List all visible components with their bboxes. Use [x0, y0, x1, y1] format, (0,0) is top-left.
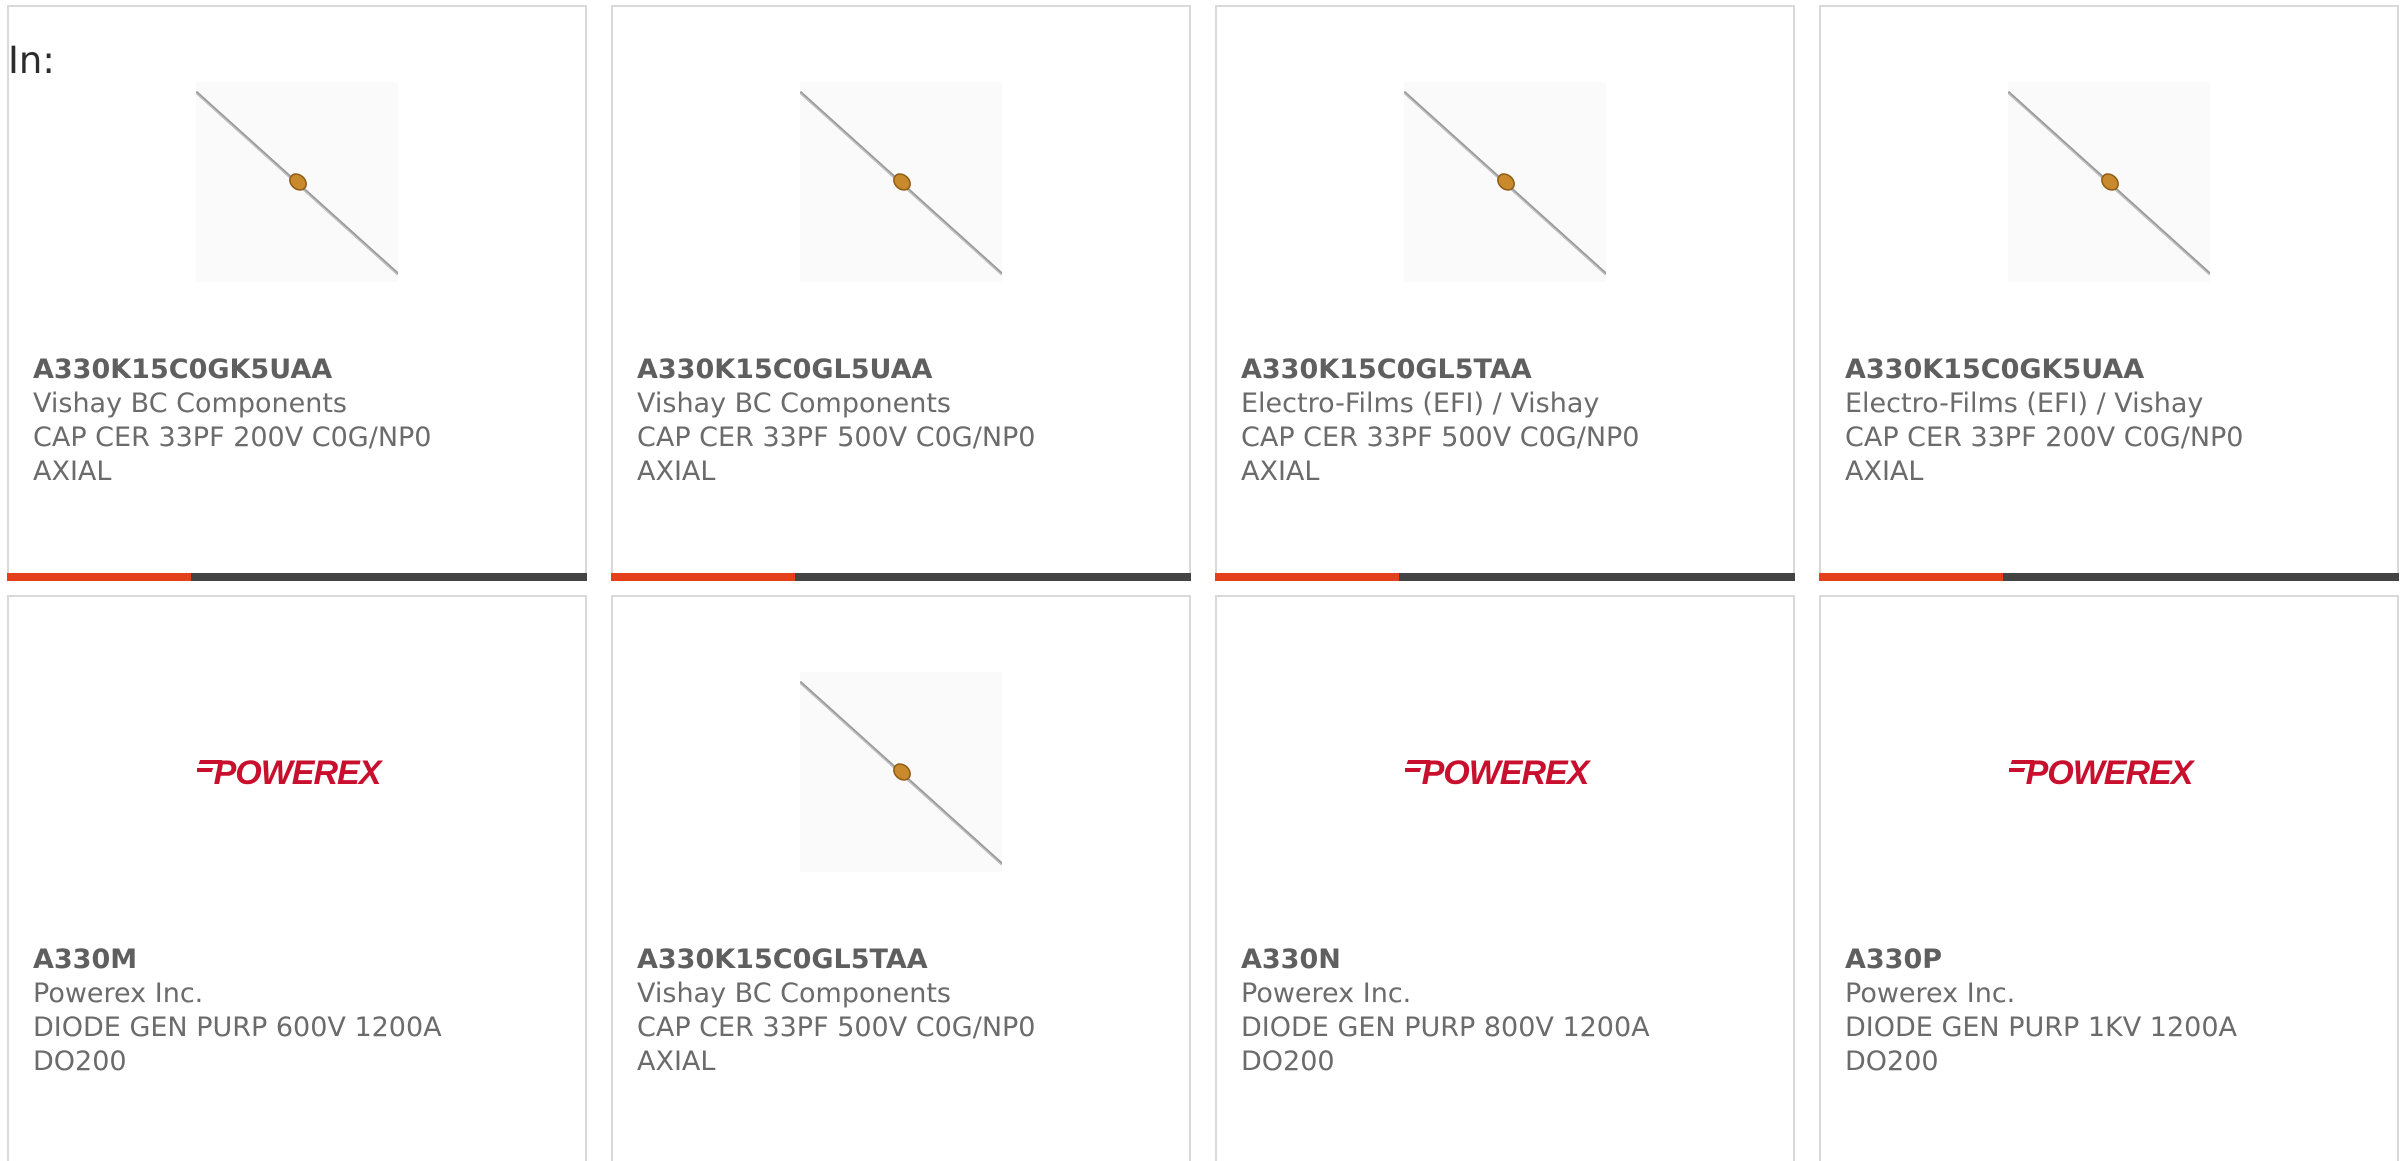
description-line-2: DO200 [1241, 1046, 1335, 1077]
capacitor-axial-image [800, 82, 1002, 282]
part-number: A330N [1241, 944, 1341, 975]
description-line-2: AXIAL [637, 1046, 716, 1077]
product-card[interactable]: A330K15C0GL5TAA Electro-Films (EFI) / Vi… [1215, 5, 1795, 581]
description-line-1: DIODE GEN PURP 1KV 1200A [1845, 1012, 2237, 1043]
card-bottom-bar [1819, 573, 2399, 581]
card-bottom-bar [7, 573, 587, 581]
product-image [1821, 77, 2397, 287]
product-card[interactable]: POWEREX A330P Powerex Inc. DIODE GEN PUR… [1819, 595, 2399, 1161]
card-bottom-bar [611, 573, 1191, 581]
description-line-1: DIODE GEN PURP 600V 1200A [33, 1012, 442, 1043]
product-info: A330K15C0GK5UAA Electro-Films (EFI) / Vi… [1845, 353, 2377, 489]
capacitor-axial-image [800, 672, 1002, 872]
svg-text:POWEREX: POWEREX [2026, 754, 2196, 792]
product-card[interactable]: POWEREX A330N Powerex Inc. DIODE GEN PUR… [1215, 595, 1795, 1161]
description-line-1: DIODE GEN PURP 800V 1200A [1241, 1012, 1650, 1043]
product-image: POWEREX [1821, 667, 2397, 877]
product-info: A330N Powerex Inc. DIODE GEN PURP 800V 1… [1241, 943, 1773, 1079]
product-image [1217, 77, 1793, 287]
product-image: POWEREX [1217, 667, 1793, 877]
product-image [9, 77, 585, 287]
part-number: A330K15C0GK5UAA [1845, 354, 2145, 385]
product-info: A330P Powerex Inc. DIODE GEN PURP 1KV 12… [1845, 943, 2377, 1079]
product-card[interactable]: A330K15C0GL5TAA Vishay BC Components CAP… [611, 595, 1191, 1161]
part-number: A330K15C0GL5TAA [637, 944, 928, 975]
description-line-2: AXIAL [1845, 456, 1924, 487]
capacitor-axial-image [196, 82, 398, 282]
part-number: A330K15C0GL5TAA [1241, 354, 1532, 385]
manufacturer: Powerex Inc. [1845, 978, 2016, 1009]
product-info: A330K15C0GL5UAA Vishay BC Components CAP… [637, 353, 1169, 489]
part-number: A330M [33, 944, 138, 975]
manufacturer: Vishay BC Components [33, 388, 347, 419]
capacitor-axial-image [1404, 82, 1606, 282]
part-number: A330P [1845, 944, 1943, 975]
description-line-2: DO200 [33, 1046, 127, 1077]
description-line-1: CAP CER 33PF 500V C0G/NP0 [637, 422, 1036, 453]
product-image: POWEREX [9, 667, 585, 877]
description-line-2: AXIAL [1241, 456, 1320, 487]
manufacturer: Vishay BC Components [637, 388, 951, 419]
product-info: A330K15C0GL5TAA Electro-Films (EFI) / Vi… [1241, 353, 1773, 489]
description-line-2: AXIAL [637, 456, 716, 487]
capacitor-axial-image [2008, 82, 2210, 282]
powerex-logo: POWEREX [1405, 752, 1605, 792]
page: In: A330K15C0GK5UAA Vishay BC Components… [0, 0, 2400, 1161]
description-line-1: CAP CER 33PF 200V C0G/NP0 [33, 422, 432, 453]
filter-label: In: [8, 39, 55, 82]
description-line-2: AXIAL [33, 456, 112, 487]
description-line-1: CAP CER 33PF 200V C0G/NP0 [1845, 422, 2244, 453]
product-image [613, 77, 1189, 287]
product-info: A330K15C0GL5TAA Vishay BC Components CAP… [637, 943, 1169, 1079]
product-card[interactable]: A330K15C0GL5UAA Vishay BC Components CAP… [611, 5, 1191, 581]
card-bottom-bar [1215, 573, 1795, 581]
manufacturer: Electro-Films (EFI) / Vishay [1241, 388, 1600, 419]
manufacturer: Powerex Inc. [33, 978, 204, 1009]
product-card[interactable]: A330K15C0GK5UAA Electro-Films (EFI) / Vi… [1819, 5, 2399, 581]
part-number: A330K15C0GK5UAA [33, 354, 333, 385]
manufacturer: Vishay BC Components [637, 978, 951, 1009]
powerex-logo: POWEREX [2009, 752, 2209, 792]
product-info: A330K15C0GK5UAA Vishay BC Components CAP… [33, 353, 565, 489]
part-number: A330K15C0GL5UAA [637, 354, 933, 385]
powerex-logo: POWEREX [197, 752, 397, 792]
svg-text:POWEREX: POWEREX [214, 754, 384, 792]
description-line-1: CAP CER 33PF 500V C0G/NP0 [637, 1012, 1036, 1043]
product-grid: A330K15C0GK5UAA Vishay BC Components CAP… [7, 5, 2399, 1161]
description-line-1: CAP CER 33PF 500V C0G/NP0 [1241, 422, 1640, 453]
product-info: A330M Powerex Inc. DIODE GEN PURP 600V 1… [33, 943, 565, 1079]
product-card[interactable]: A330K15C0GK5UAA Vishay BC Components CAP… [7, 5, 587, 581]
description-line-2: DO200 [1845, 1046, 1939, 1077]
product-card[interactable]: POWEREX A330M Powerex Inc. DIODE GEN PUR… [7, 595, 587, 1161]
svg-text:POWEREX: POWEREX [1422, 754, 1592, 792]
manufacturer: Powerex Inc. [1241, 978, 1412, 1009]
manufacturer: Electro-Films (EFI) / Vishay [1845, 388, 2204, 419]
product-image [613, 667, 1189, 877]
